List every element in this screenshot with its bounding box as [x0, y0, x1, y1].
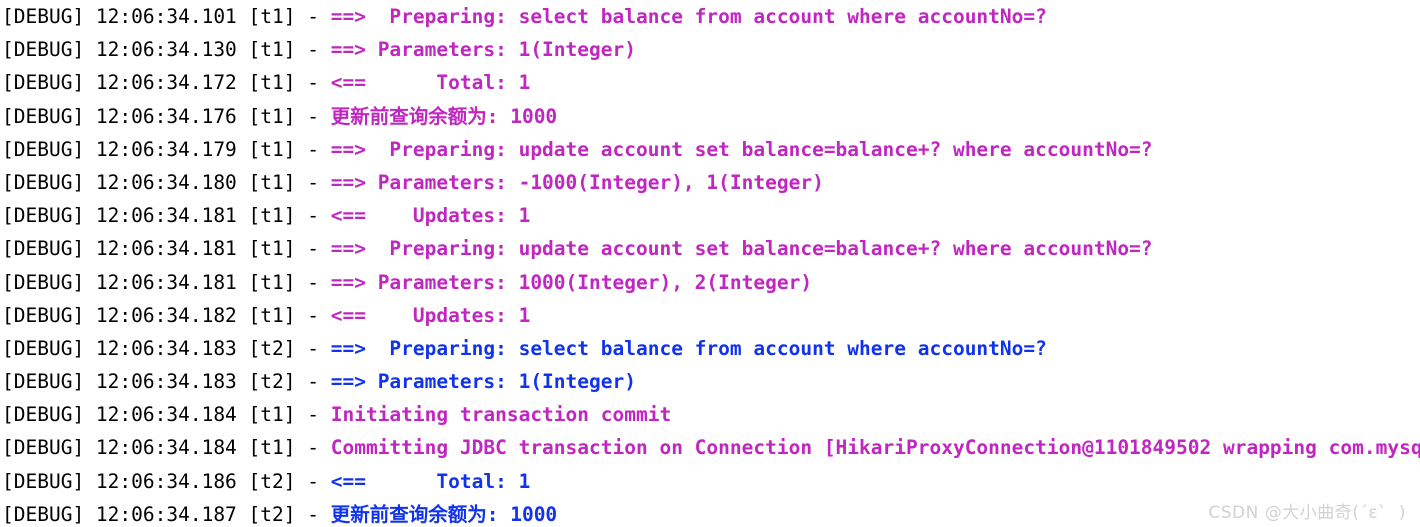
log-line: [DEBUG] 12:06:34.176 [t1] - 更新前查询余额为: 10…: [0, 100, 1420, 133]
log-line-prefix: [DEBUG] 12:06:34.183 [t2] -: [2, 336, 331, 360]
log-line-message: ==> Parameters: 1(Integer): [330, 370, 636, 394]
log-line: [DEBUG] 12:06:34.187 [t2] - 更新前查询余额为: 10…: [0, 498, 1420, 527]
log-line: [DEBUG] 12:06:34.181 [t1] - ==> Paramete…: [0, 266, 1420, 299]
log-line-message: ==> Preparing: select balance from accou…: [330, 5, 1047, 28]
log-line: [DEBUG] 12:06:34.180 [t1] - ==> Paramete…: [0, 166, 1420, 199]
csdn-watermark: CSDN @大小曲奇(´ε` ): [1208, 503, 1406, 523]
log-line-message: ==> Preparing: update account set balanc…: [330, 137, 1153, 161]
log-line-message: ==> Parameters: -1000(Integer), 1(Intege…: [330, 170, 824, 194]
log-line-prefix: [DEBUG] 12:06:34.179 [t1] -: [2, 137, 331, 161]
log-line-message: ==> Parameters: 1000(Integer), 2(Integer…: [330, 270, 813, 294]
log-line-message: <== Updates: 1: [330, 204, 531, 228]
log-line: [DEBUG] 12:06:34.101 [t1] - ==> Preparin…: [0, 0, 1420, 33]
log-line: [DEBUG] 12:06:34.172 [t1] - <== Total: 1: [0, 66, 1420, 99]
log-line-prefix: [DEBUG] 12:06:34.181 [t1] -: [2, 204, 331, 228]
log-line-message: 更新前查询余额为: 1000: [330, 502, 558, 526]
log-line: [DEBUG] 12:06:34.183 [t2] - ==> Preparin…: [0, 332, 1420, 365]
log-line-message: Committing JDBC transaction on Connectio…: [330, 436, 1420, 460]
log-line-prefix: [DEBUG] 12:06:34.130 [t1] -: [2, 38, 331, 62]
log-line-prefix: [DEBUG] 12:06:34.186 [t2] -: [2, 469, 331, 493]
log-line-prefix: [DEBUG] 12:06:34.101 [t1] -: [2, 5, 331, 28]
console-log-output[interactable]: [DEBUG] 12:06:34.101 [t1] - ==> Preparin…: [0, 0, 1420, 527]
log-line-message: <== Total: 1: [330, 469, 531, 493]
log-line-message: ==> Preparing: update account set balanc…: [330, 237, 1153, 261]
log-line: [DEBUG] 12:06:34.183 [t2] - ==> Paramete…: [0, 365, 1420, 398]
log-line: [DEBUG] 12:06:34.184 [t1] - Committing J…: [0, 431, 1420, 464]
log-line-prefix: [DEBUG] 12:06:34.184 [t1] -: [2, 403, 331, 427]
log-line-message: Initiating transaction commit: [330, 403, 672, 427]
log-line: [DEBUG] 12:06:34.130 [t1] - ==> Paramete…: [0, 33, 1420, 66]
log-line-prefix: [DEBUG] 12:06:34.183 [t2] -: [2, 370, 331, 394]
log-line-prefix: [DEBUG] 12:06:34.172 [t1] -: [2, 71, 331, 95]
log-line: [DEBUG] 12:06:34.182 [t1] - <== Updates:…: [0, 299, 1420, 332]
log-line-prefix: [DEBUG] 12:06:34.181 [t1] -: [2, 270, 331, 294]
log-line: [DEBUG] 12:06:34.181 [t1] - <== Updates:…: [0, 199, 1420, 232]
log-line-prefix: [DEBUG] 12:06:34.184 [t1] -: [2, 436, 331, 460]
log-line: [DEBUG] 12:06:34.186 [t2] - <== Total: 1: [0, 465, 1420, 498]
console-log-screenshot: [DEBUG] 12:06:34.101 [t1] - ==> Preparin…: [0, 0, 1420, 527]
log-line: [DEBUG] 12:06:34.181 [t1] - ==> Preparin…: [0, 232, 1420, 265]
log-line: [DEBUG] 12:06:34.184 [t1] - Initiating t…: [0, 398, 1420, 431]
log-line-prefix: [DEBUG] 12:06:34.181 [t1] -: [2, 237, 331, 261]
log-line-message: 更新前查询余额为: 1000: [330, 104, 558, 128]
log-line: [DEBUG] 12:06:34.179 [t1] - ==> Preparin…: [0, 133, 1420, 166]
log-line-message: <== Updates: 1: [330, 303, 531, 327]
log-line-message: ==> Preparing: select balance from accou…: [330, 336, 1047, 360]
log-line-prefix: [DEBUG] 12:06:34.180 [t1] -: [2, 170, 331, 194]
log-line-prefix: [DEBUG] 12:06:34.176 [t1] -: [2, 104, 331, 128]
log-line-prefix: [DEBUG] 12:06:34.182 [t1] -: [2, 303, 331, 327]
log-line-prefix: [DEBUG] 12:06:34.187 [t2] -: [2, 502, 331, 526]
log-line-message: <== Total: 1: [330, 71, 531, 95]
log-line-message: ==> Parameters: 1(Integer): [330, 38, 636, 62]
